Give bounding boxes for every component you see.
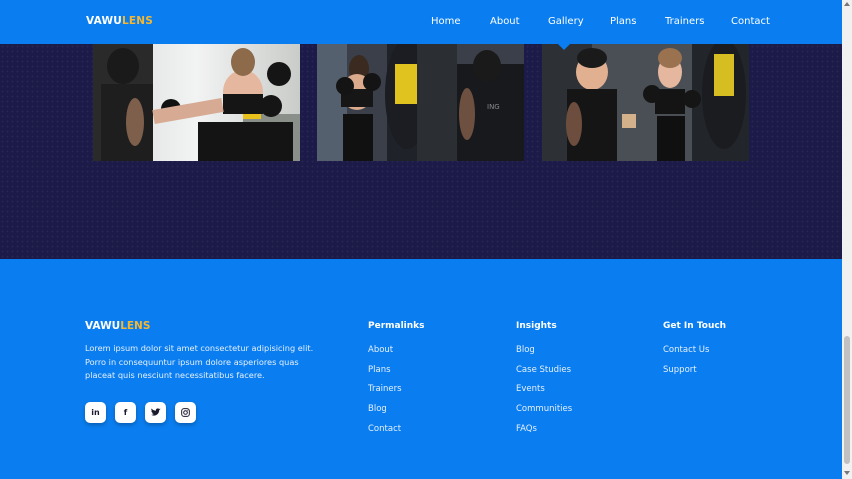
nav-trainers-link[interactable]: Trainers	[665, 16, 704, 27]
footer-brand-logo[interactable]: VAWULENS	[85, 320, 150, 332]
gallery-photo-pad-work[interactable]	[542, 44, 749, 161]
gallery-photo-kickboxing[interactable]	[93, 44, 300, 161]
linkedin-icon[interactable]: in	[85, 402, 106, 423]
nav-about-link[interactable]: About	[490, 16, 520, 27]
footer-link-plans[interactable]: Plans	[368, 365, 391, 375]
get-in-touch-heading: Get In Touch	[663, 321, 727, 331]
svg-text:ING: ING	[487, 103, 500, 111]
footer-brand-part2: LENS	[120, 320, 151, 332]
footer-link-case-studies[interactable]: Case Studies	[516, 365, 571, 375]
footer-link-contact-us[interactable]: Contact Us	[663, 345, 709, 355]
footer-link-faqs[interactable]: FAQs	[516, 424, 537, 434]
footer-link-contact[interactable]: Contact	[368, 424, 401, 434]
insights-heading: Insights	[516, 321, 557, 331]
scroll-down-arrow-icon[interactable]	[844, 471, 850, 475]
instagram-icon[interactable]	[175, 402, 196, 423]
footer-description: Lorem ipsum dolor sit amet consectetur a…	[85, 343, 314, 380]
facebook-icon[interactable]: f	[115, 402, 136, 423]
scroll-thumb[interactable]	[844, 336, 850, 464]
gallery-photo-punching-bag[interactable]: ING	[317, 44, 524, 161]
nav-gallery-link[interactable]: Gallery	[548, 16, 584, 27]
top-navbar: VAWULENS Home About Gallery Plans Traine…	[0, 0, 842, 44]
gallery-section: ING	[0, 44, 842, 259]
permalinks-heading: Permalinks	[368, 321, 425, 331]
footer-link-events[interactable]: Events	[516, 384, 545, 394]
scroll-up-arrow-icon[interactable]	[844, 2, 850, 6]
nav-contact-link[interactable]: Contact	[731, 16, 770, 27]
twitter-icon[interactable]	[145, 402, 166, 423]
page-scrollbar[interactable]	[842, 0, 852, 479]
nav-menu: Home About Gallery Plans Trainers Contac…	[0, 0, 842, 44]
twitter-bird-glyph	[150, 408, 161, 416]
footer-link-about[interactable]: About	[368, 345, 393, 355]
footer-link-blog[interactable]: Blog	[368, 404, 387, 414]
nav-plans-link[interactable]: Plans	[610, 16, 636, 27]
footer-link-support[interactable]: Support	[663, 365, 697, 375]
instagram-glyph	[181, 408, 190, 417]
footer-link-insights-blog[interactable]: Blog	[516, 345, 535, 355]
footer-brand-part1: VAWU	[85, 320, 121, 332]
footer-link-trainers[interactable]: Trainers	[368, 384, 402, 394]
active-nav-indicator	[558, 44, 570, 50]
footer-link-communities[interactable]: Communities	[516, 404, 572, 414]
footer-section: VAWULENS Lorem ipsum dolor sit amet cons…	[0, 259, 842, 479]
nav-home-link[interactable]: Home	[431, 16, 461, 27]
